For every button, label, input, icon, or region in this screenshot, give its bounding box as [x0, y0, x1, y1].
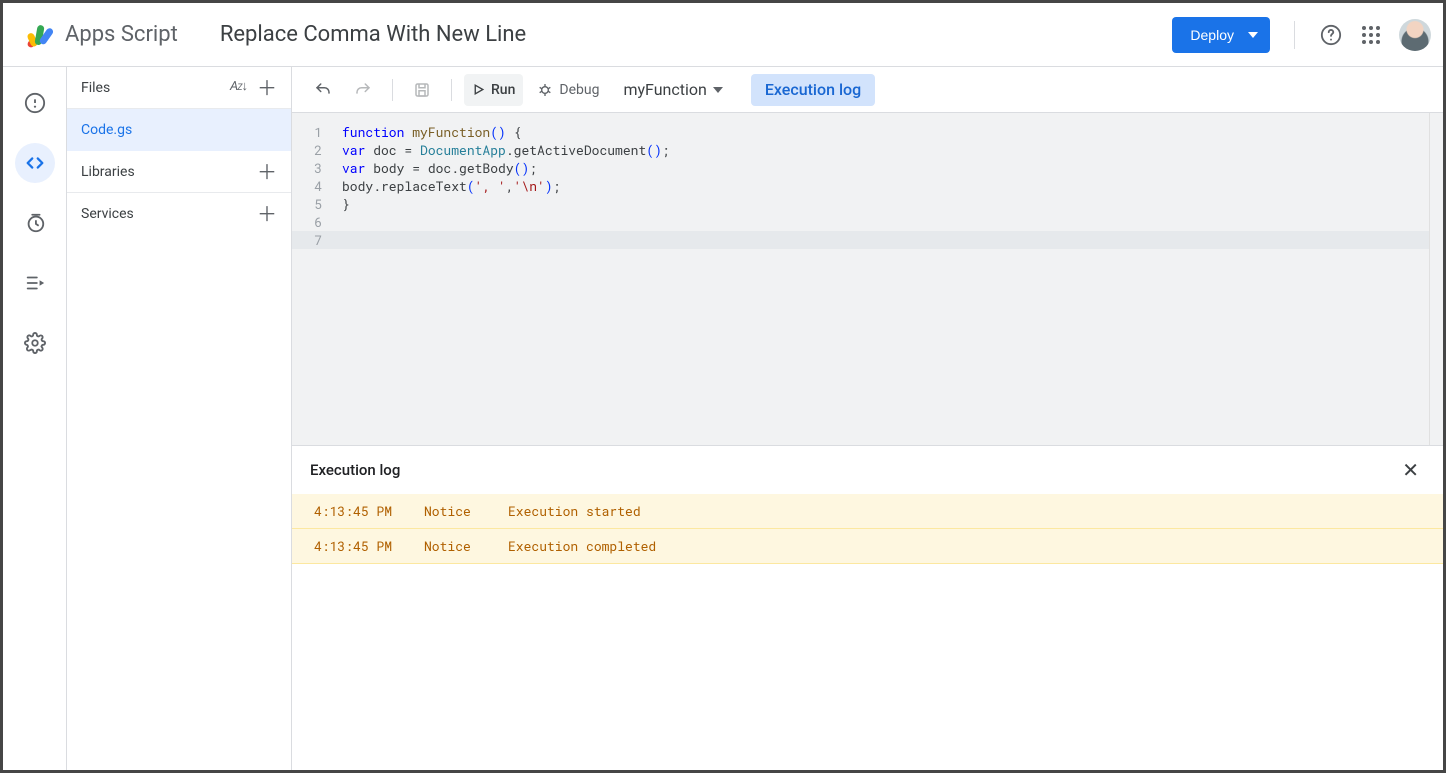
product-name: Apps Script [65, 22, 178, 47]
editor-toolbar: Run Debug myFunction Execution log [292, 67, 1443, 113]
files-header: Files AZ↓ ＋ [67, 67, 291, 109]
separator [392, 79, 393, 101]
services-header: Services ＋ [67, 193, 291, 235]
function-name: myFunction [623, 80, 706, 99]
line-number: 3 [292, 159, 338, 177]
apps-grid-icon[interactable] [1351, 15, 1391, 55]
log-time: 4:13:45 PM [314, 502, 400, 520]
libraries-header: Libraries ＋ [67, 151, 291, 193]
overview-icon[interactable] [15, 83, 55, 123]
line-number: 1 [292, 123, 338, 141]
line-number: 2 [292, 141, 338, 159]
sort-icon[interactable]: AZ↓ [230, 78, 247, 98]
execution-log-pane: Execution log ✕ 4:13:45 PM Notice Execut… [292, 445, 1443, 770]
file-panel: Files AZ↓ ＋ Code.gs Libraries ＋ Services… [67, 67, 292, 770]
dropdown-arrow-icon [713, 87, 723, 93]
save-button[interactable] [405, 74, 439, 106]
log-message: Execution started [508, 502, 1421, 520]
deploy-button[interactable]: Deploy [1172, 17, 1270, 53]
help-icon[interactable] [1311, 15, 1351, 55]
run-label: Run [491, 82, 515, 98]
files-label: Files [81, 80, 110, 96]
line-number: 7 [292, 231, 338, 249]
debug-button[interactable]: Debug [529, 74, 607, 106]
log-row: 4:13:45 PM Notice Execution started [292, 494, 1443, 529]
apps-script-logo-icon [23, 17, 59, 53]
header-bar: Apps Script Replace Comma With New Line … [3, 3, 1443, 67]
redo-button[interactable] [346, 74, 380, 106]
execution-log-title: Execution log [310, 461, 400, 479]
vertical-scrollbar[interactable] [1429, 113, 1443, 445]
editor-icon[interactable] [15, 143, 55, 183]
executions-icon[interactable] [15, 263, 55, 303]
execution-log-toggle[interactable]: Execution log [751, 74, 875, 106]
line-number: 4 [292, 177, 338, 195]
libraries-label: Libraries [81, 164, 135, 180]
services-label: Services [81, 206, 134, 222]
log-level: Notice [424, 537, 484, 555]
project-title[interactable]: Replace Comma With New Line [220, 22, 526, 47]
dropdown-arrow-icon [1248, 32, 1258, 38]
log-time: 4:13:45 PM [314, 537, 400, 555]
file-item-code-gs[interactable]: Code.gs [67, 109, 291, 151]
separator [451, 79, 452, 101]
code-editor[interactable]: 1function myFunction() { 2var doc = Docu… [292, 113, 1443, 445]
left-nav-rail [3, 67, 67, 770]
line-number: 6 [292, 213, 338, 231]
log-message: Execution completed [508, 537, 1421, 555]
triggers-icon[interactable] [15, 203, 55, 243]
separator [1294, 21, 1295, 49]
debug-label: Debug [559, 82, 599, 98]
deploy-button-label: Deploy [1190, 27, 1234, 43]
avatar[interactable] [1399, 19, 1431, 51]
function-selector[interactable]: myFunction [613, 80, 728, 99]
log-row: 4:13:45 PM Notice Execution completed [292, 529, 1443, 564]
file-name: Code.gs [81, 122, 132, 138]
add-library-icon[interactable]: ＋ [257, 162, 277, 182]
add-file-icon[interactable]: ＋ [257, 78, 277, 98]
undo-button[interactable] [306, 74, 340, 106]
line-number: 5 [292, 195, 338, 213]
add-service-icon[interactable]: ＋ [257, 204, 277, 224]
settings-icon[interactable] [15, 323, 55, 363]
log-level: Notice [424, 502, 484, 520]
close-icon[interactable]: ✕ [1396, 452, 1425, 488]
run-button[interactable]: Run [464, 74, 523, 106]
